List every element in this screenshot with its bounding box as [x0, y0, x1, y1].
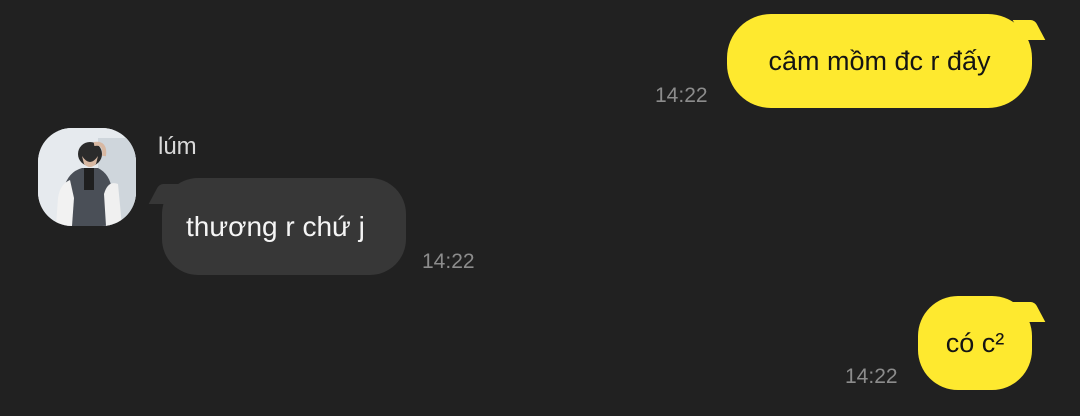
bubble-tail — [148, 184, 182, 204]
outgoing-message-bubble[interactable]: câm mồm đc r đấy — [727, 14, 1046, 108]
message-timestamp: 14:22 — [655, 84, 708, 107]
bubble-tail — [1012, 20, 1046, 40]
bubble-tail — [1012, 302, 1046, 322]
chat-thread[interactable]: câm mồm đc r đấy 14:22 lúm thương r chứ … — [0, 0, 1080, 416]
outgoing-message-bubble[interactable]: có c² — [918, 296, 1046, 390]
avatar-photo-icon — [38, 128, 136, 226]
message-text: câm mồm đc r đấy — [768, 45, 991, 76]
message-text: thương r chứ j — [186, 210, 365, 242]
sender-name: lúm — [158, 133, 197, 160]
message-timestamp: 14:22 — [845, 365, 898, 388]
avatar[interactable] — [38, 128, 136, 226]
incoming-message-bubble[interactable]: thương r chứ j — [148, 178, 406, 275]
message-timestamp: 14:22 — [422, 250, 475, 273]
message-text: có c² — [945, 327, 1005, 358]
